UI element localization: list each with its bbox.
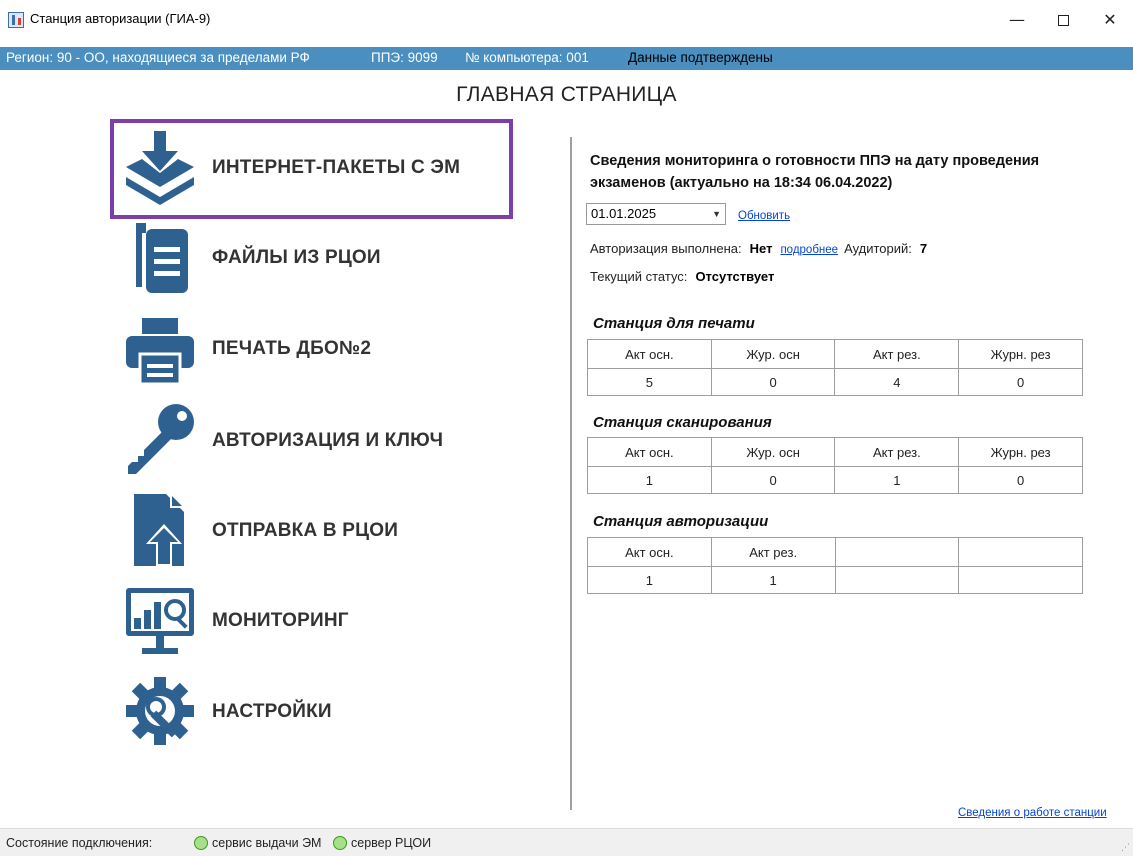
info-bar: Регион: 90 - ОО, находящиеся за пределам… [0,40,1133,70]
printer-icon [126,318,194,386]
table-row: 1 0 1 0 [587,466,1083,494]
ppe-info: ППЭ: 9099 [371,50,438,65]
gear-wrench-icon [126,677,194,745]
header-cell: Акт осн. [587,339,712,369]
print-station-table: Акт осн. Жур. осн Акт рез. Журн. рез 5 0… [587,339,1083,396]
monitoring-title: Сведения мониторинга о готовности ППЭ на… [590,153,1040,191]
auth-value: Нет [749,241,773,256]
download-tray-icon [126,131,194,205]
status-label: Текущий статус: [590,269,688,284]
region-info: Регион: 90 - ОО, находящиеся за пределам… [6,50,310,65]
audiences-label: Аудиторий: [844,241,912,256]
scan-station-title: Станция сканирования [593,414,772,431]
audiences-value: 7 [919,241,928,256]
value-cell [834,566,960,594]
value-cell: 1 [587,566,712,594]
header-cell: Акт осн. [587,437,712,467]
header-cell: Акт рез. [710,537,836,567]
menu-label: НАСТРОЙКИ [212,701,332,722]
details-link[interactable]: подробнее [780,244,838,256]
upload-file-icon [134,494,184,566]
date-select[interactable]: 01.01.2025 ▼ [586,203,726,225]
status-bar: Состояние подключения: сервис выдачи ЭМ … [0,828,1133,856]
monitor-chart-icon [126,588,194,654]
value-cell: 5 [587,368,712,396]
station-info-link[interactable]: Сведения о работе станции [958,807,1107,819]
status-row: Текущий статус: Отсутствует [590,269,774,284]
date-value: 01.01.2025 [591,206,657,221]
header-cell: Жур. осн [710,339,836,369]
maximize-icon [1057,15,1069,26]
header-cell: Журн. рез [958,437,1083,467]
table-header-row: Акт осн. Жур. осн Акт рез. Журн. рез [587,437,1083,467]
menu-label: ИНТЕРНЕТ-ПАКЕТЫ С ЭМ [212,157,461,178]
header-cell: Акт рез. [834,339,960,369]
menu-item-rcoi-files[interactable]: ФАЙЛЫ ИЗ РЦОИ [110,209,513,309]
table-row: 5 0 4 0 [587,368,1083,396]
menu-item-send-rcoi[interactable]: ОТПРАВКА В РЦОИ [110,482,513,582]
menu-label: ОТПРАВКА В РЦОИ [212,520,399,541]
confirmed-status: Данные подтверждены [628,50,773,65]
value-cell: 4 [834,368,960,396]
header-cell: Акт осн. [587,537,712,567]
header-cell: Журн. рез [958,339,1083,369]
service-rcoi-status: сервер РЦОИ [351,836,432,850]
minimize-button[interactable]: — [994,6,1040,34]
menu-item-print[interactable]: ПЕЧАТЬ ДБО№2 [110,300,513,400]
status-ok-icon [333,836,347,850]
menu-label: ПЕЧАТЬ ДБО№2 [212,338,372,359]
page-title: ГЛАВНАЯ СТРАНИЦА [456,83,677,106]
menu-item-internet-packages[interactable]: ИНТЕРНЕТ-ПАКЕТЫ С ЭМ [110,119,513,219]
menu-label: АВТОРИЗАЦИЯ И КЛЮЧ [212,430,444,451]
documents-icon [136,223,188,293]
scan-station-table: Акт осн. Жур. осн Акт рез. Журн. рез 1 0… [587,437,1083,494]
header-cell [834,537,960,567]
value-cell [958,566,1083,594]
auth-row: Авторизация выполнена: Нет подробнее Аудито… [590,241,927,256]
table-header-row: Акт осн. Акт рез. [587,537,1083,567]
status-value: Отсутствует [695,269,775,284]
service-em-status: сервис выдачи ЭМ [212,836,322,850]
resize-grip-icon[interactable]: ⋰ [1121,842,1130,853]
print-station-title: Станция для печати [593,315,755,332]
value-cell: 1 [587,466,712,494]
auth-label: Авторизация выполнена: [590,241,742,256]
window-title: Станция авторизации (ГИА-9) [30,11,211,26]
refresh-link[interactable]: Обновить [738,210,790,222]
status-ok-icon [194,836,208,850]
menu-item-monitoring[interactable]: МОНИТОРИНГ [110,572,513,672]
table-header-row: Акт осн. Жур. осн Акт рез. Журн. рез [587,339,1083,369]
menu-item-settings[interactable]: НАСТРОЙКИ [110,663,513,763]
value-cell: 0 [958,466,1083,494]
value-cell: 1 [710,566,836,594]
header-cell [958,537,1083,567]
table-row: 1 1 [587,566,1083,594]
value-cell: 0 [958,368,1083,396]
panel-divider [570,137,572,810]
menu-label: МОНИТОРИНГ [212,610,349,631]
auth-station-table: Акт осн. Акт рез. 1 1 [587,537,1083,594]
header-cell: Жур. осн [710,437,836,467]
value-cell: 1 [834,466,960,494]
maximize-button[interactable] [1040,6,1086,34]
key-icon [128,404,194,474]
close-button[interactable]: ✕ [1087,6,1133,34]
value-cell: 0 [710,368,836,396]
header-cell: Акт рез. [834,437,960,467]
menu-label: ФАЙЛЫ ИЗ РЦОИ [212,247,381,268]
auth-station-title: Станция авторизации [593,513,769,530]
chevron-down-icon: ▼ [712,209,721,219]
menu-item-auth-key[interactable]: АВТОРИЗАЦИЯ И КЛЮЧ [110,392,513,492]
computer-info: № компьютера: 001 [465,50,589,65]
title-bar: Станция авторизации (ГИА-9) — ✕ [0,0,1133,40]
app-icon [8,12,24,28]
value-cell: 0 [710,466,836,494]
connection-status-label: Состояние подключения: [6,836,153,850]
